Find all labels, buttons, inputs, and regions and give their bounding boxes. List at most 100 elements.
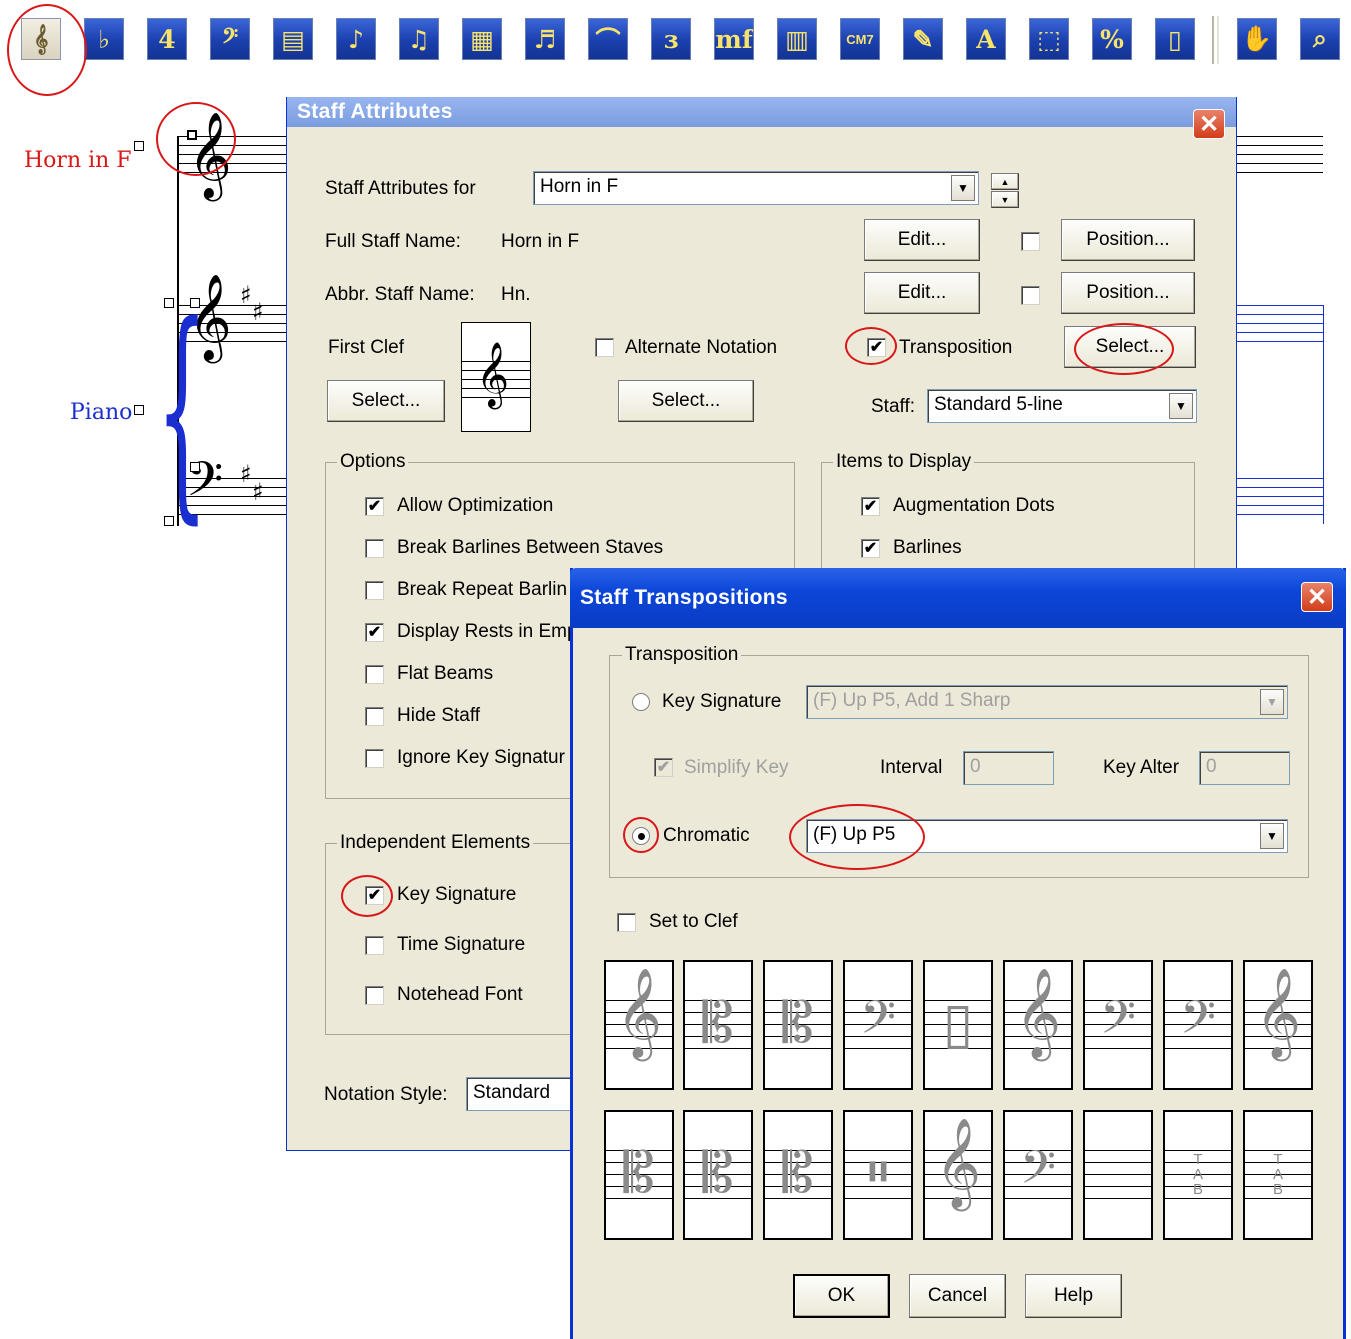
- cancel-button[interactable]: Cancel: [909, 1274, 1006, 1318]
- staff-scroll-down-button[interactable]: ▼: [991, 191, 1019, 208]
- staff-type-select[interactable]: Standard 5-line ▼: [927, 389, 1197, 423]
- chromatic-radio[interactable]: [632, 827, 650, 845]
- time-signature-tool-button[interactable]: 4: [147, 18, 187, 60]
- hand-grabber-tool-button[interactable]: ✋: [1237, 18, 1277, 60]
- chevron-down-icon[interactable]: ▼: [1260, 823, 1284, 849]
- clef-option-bass[interactable]: 𝄢: [843, 960, 913, 1090]
- key-alter-input[interactable]: 0: [1199, 751, 1290, 785]
- clef-option-baritone-c[interactable]: 𝄡: [763, 1110, 833, 1240]
- clef-option-tab-small[interactable]: T A B: [1243, 1110, 1313, 1240]
- full-name-edit-button[interactable]: Edit...: [864, 219, 980, 261]
- set-to-clef-label: Set to Clef: [649, 911, 738, 932]
- clef-option-french-violin[interactable]: 𝄞: [1243, 960, 1313, 1090]
- staff_attributes-options-checkbox-5[interactable]: [365, 707, 384, 726]
- abbr-name-edit-button[interactable]: Edit...: [864, 272, 980, 314]
- horn-label-handle[interactable]: [134, 141, 144, 151]
- piano-staff-handle-bass[interactable]: [190, 462, 200, 472]
- full-name-position-checkbox[interactable]: [1021, 232, 1040, 251]
- staff-transpositions-titlebar[interactable]: Staff Transpositions: [570, 568, 1346, 628]
- simplify-key-checkbox[interactable]: ✔: [654, 758, 673, 777]
- measure-tool-button[interactable]: ▤: [273, 18, 313, 60]
- chevron-down-icon[interactable]: ▼: [951, 175, 975, 201]
- piano-staff-label[interactable]: Piano: [70, 402, 132, 424]
- clef-option-percussion-2[interactable]: 𝄥: [843, 1110, 913, 1240]
- text-tool-button[interactable]: A: [966, 18, 1006, 60]
- staff-scroll-up-button[interactable]: ▲: [991, 173, 1019, 190]
- clef-option-baritone[interactable]: 𝄢: [1163, 960, 1233, 1090]
- staff_attributes-items_to_display-checkbox-0[interactable]: ✔: [861, 497, 880, 516]
- staff_attributes-options-checkbox-3[interactable]: ✔: [365, 623, 384, 642]
- staff_attributes-options-label-2: Break Repeat Barlin: [397, 579, 568, 600]
- staff_attributes-options-checkbox-4[interactable]: [365, 665, 384, 684]
- staff_attributes-items_to_display-checkbox-1[interactable]: ✔: [861, 539, 880, 558]
- piano-label-handle[interactable]: [134, 405, 144, 415]
- key-signature-transposition-select[interactable]: (F) Up P5, Add 1 Sharp ▼: [806, 685, 1288, 719]
- staff_attributes-options-checkbox-6[interactable]: [365, 749, 384, 768]
- clef-option-tenor[interactable]: 𝄡: [763, 960, 833, 1090]
- staff_attributes-independent-checkbox-0[interactable]: ✔: [365, 886, 384, 905]
- chevron-down-icon[interactable]: ▼: [1260, 689, 1284, 715]
- alternate-notation-select-button[interactable]: Select...: [618, 380, 754, 422]
- horn-clef-handle[interactable]: [187, 130, 197, 140]
- key-signature-radio[interactable]: [632, 693, 650, 711]
- repeat-tool-button[interactable]: ▥: [777, 18, 817, 60]
- transposition-checkbox[interactable]: ✔: [867, 338, 886, 357]
- ok-button[interactable]: OK: [793, 1274, 890, 1318]
- transposition-select-button[interactable]: Select...: [1064, 326, 1196, 368]
- articulation-tool-button[interactable]: ɜ: [651, 18, 691, 60]
- abbr-name-position-checkbox[interactable]: [1021, 286, 1040, 305]
- clef-option-bass-8vb[interactable]: 𝄢: [1083, 960, 1153, 1090]
- clef-option-percussion[interactable]: ▯: [923, 960, 993, 1090]
- help-button[interactable]: Help: [1025, 1274, 1122, 1318]
- clef-option-soprano[interactable]: 𝄡: [604, 1110, 674, 1240]
- clef-tool-button[interactable]: 𝄢: [210, 18, 250, 60]
- staff-transpositions-close-button[interactable]: ✕: [1301, 582, 1333, 612]
- interval-input[interactable]: 0: [963, 751, 1054, 785]
- piano-staff-handle-bottom[interactable]: [164, 516, 174, 526]
- notation-style-select[interactable]: Standard: [466, 1077, 576, 1111]
- piano-brace: {: [156, 277, 208, 544]
- staff-attributes-titlebar[interactable]: Staff Attributes: [287, 97, 1236, 127]
- staff-tool-button[interactable]: 𝄞: [21, 18, 61, 60]
- chromatic-transposition-select[interactable]: (F) Up P5 ▼: [806, 819, 1288, 853]
- expression-tool-button[interactable]: mf: [714, 18, 754, 60]
- horn-staff-label[interactable]: Horn in F: [24, 150, 132, 172]
- zoom-tool-button[interactable]: ⌕: [1300, 18, 1340, 60]
- resize-tool-button[interactable]: %: [1092, 18, 1132, 60]
- clef-option-treble[interactable]: 𝄞: [604, 960, 674, 1090]
- staff_attributes-options-checkbox-1[interactable]: [365, 539, 384, 558]
- set-to-clef-checkbox[interactable]: [617, 913, 636, 932]
- smart-shape-tool-button[interactable]: ⌒: [588, 18, 628, 60]
- clef-option-mezzo-soprano[interactable]: 𝄡: [683, 1110, 753, 1240]
- piano-staff-handle-top[interactable]: [164, 298, 174, 308]
- page-layout-tool-button[interactable]: ▯: [1155, 18, 1195, 60]
- staff-type-label: Staff:: [871, 396, 916, 417]
- chevron-down-icon[interactable]: ▼: [1169, 393, 1193, 419]
- staff_attributes-options-checkbox-2[interactable]: [365, 581, 384, 600]
- abbr-name-position-button[interactable]: Position...: [1061, 272, 1195, 314]
- clef-option-blank[interactable]: [1083, 1110, 1153, 1240]
- piano-staff-handle-mid[interactable]: [190, 298, 200, 308]
- chord-tool-button[interactable]: CM7: [840, 18, 880, 60]
- alternate-notation-checkbox[interactable]: [595, 338, 614, 357]
- selection-tool-button[interactable]: ⬚: [1029, 18, 1069, 60]
- simple-entry-tool-button[interactable]: ♪: [336, 18, 376, 60]
- clef-option-alto[interactable]: 𝄡: [683, 960, 753, 1090]
- staff_attributes-independent-checkbox-2[interactable]: [365, 986, 384, 1005]
- clef-option-treble-8vb[interactable]: 𝄞: [1003, 960, 1073, 1090]
- staff_attributes-independent-checkbox-1[interactable]: [365, 936, 384, 955]
- staff_attributes-options-checkbox-0[interactable]: ✔: [365, 497, 384, 516]
- clef-option-treble-8va[interactable]: 𝄞: [923, 1110, 993, 1240]
- full-name-position-button[interactable]: Position...: [1061, 219, 1195, 261]
- clef-option-bass-8va[interactable]: 𝄢: [1003, 1110, 1073, 1240]
- tuplet-tool-button[interactable]: ♬: [525, 18, 565, 60]
- clef-staff-line: [1085, 1186, 1151, 1187]
- first-clef-select-button[interactable]: Select...: [327, 380, 445, 422]
- clef-option-tab[interactable]: T A B: [1163, 1110, 1233, 1240]
- staff-attributes-for-select[interactable]: Horn in F ▼: [533, 171, 979, 205]
- hyperscribe-tool-button[interactable]: ▦: [462, 18, 502, 60]
- lyrics-tool-button[interactable]: ✎: [903, 18, 943, 60]
- key-signature-tool-button[interactable]: ♭: [84, 18, 124, 60]
- speedy-entry-tool-button[interactable]: ♫: [399, 18, 439, 60]
- staff-attributes-close-button[interactable]: ✕: [1193, 109, 1225, 139]
